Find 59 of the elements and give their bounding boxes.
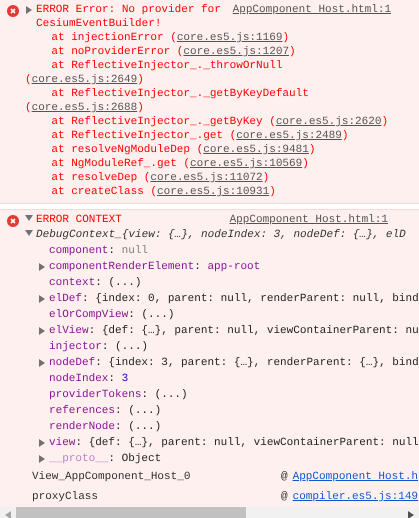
property: elDef: {index: 0, parent: null, renderParent: null, bind: [49, 292, 419, 307]
expand-triangle-icon[interactable]: [25, 6, 33, 14]
property: renderNode: (...): [49, 420, 162, 435]
file-link[interactable]: compiler.es5.js:149: [292, 487, 418, 507]
expand-triangle-icon[interactable]: [38, 327, 46, 335]
file-link[interactable]: core.es5.js:1169: [176, 32, 282, 44]
at-sign: @: [281, 490, 288, 505]
property: __proto__: Object: [49, 452, 162, 467]
file-link[interactable]: core.es5.js:2688: [32, 102, 138, 114]
property: nodeIndex: 3: [49, 372, 128, 387]
scrollbar-thumb[interactable]: [16, 507, 246, 518]
property: injector: (...): [49, 340, 148, 355]
file-link[interactable]: core.es5.js:10931: [157, 186, 270, 198]
stack-frame: at ReflectiveInjector_._throwOrNull (core.es5.js:2649): [25, 59, 392, 87]
source-link[interactable]: AppComponent Host.html:1: [232, 3, 392, 17]
stack-frame: at ReflectiveInjector_._getByKeyDefault (core.es5.js:2688): [25, 87, 392, 115]
scroll-right-icon[interactable]: [408, 510, 414, 518]
property: elView: {def: {…}, parent: null, viewContainerParent: nu: [49, 324, 419, 339]
stack-frame: at NgModuleRef_.get (core.es5.js:10569): [25, 157, 392, 171]
file-link[interactable]: core.es5.js:2489: [236, 130, 342, 142]
at-sign: @: [281, 470, 288, 485]
function-name: proxyClass: [32, 490, 100, 505]
object-name: DebugContext_: [36, 229, 122, 241]
horizontal-scrollbar[interactable]: [0, 507, 419, 518]
expand-triangle-icon[interactable]: [38, 439, 46, 447]
expand-triangle-icon[interactable]: [38, 295, 46, 303]
property: view: {def: {…}, parent: null, viewContainerParent: null: [49, 436, 419, 451]
error-icon: [7, 215, 19, 227]
expand-triangle-icon[interactable]: [38, 263, 46, 271]
stack-frame: at ReflectiveInjector_.get (core.es5.js:2489): [25, 129, 392, 143]
scroll-left-icon[interactable]: [5, 510, 11, 518]
file-link[interactable]: core.es5.js:10569: [190, 158, 302, 170]
file-link[interactable]: core.es5.js:9481: [203, 144, 309, 156]
file-link[interactable]: core.es5.js:2649: [32, 74, 138, 86]
error-text: ERROR Error: No provider for CesiumEventBuilder!: [36, 3, 222, 31]
property: componentRenderElement: app-root: [49, 260, 260, 275]
property: references: (...): [49, 404, 162, 419]
source-link[interactable]: AppComponent Host.html:1: [230, 213, 388, 227]
stack-frame: at resolveDep (core.es5.js:11072): [25, 171, 392, 185]
property: component: null: [49, 244, 148, 259]
expand-triangle-icon[interactable]: [38, 455, 46, 463]
property: nodeDef: {index: 3, parent: {…}, renderParent: {…}, bind: [49, 356, 419, 371]
function-name: View_AppComponent_Host_0: [32, 470, 192, 485]
property: providerTokens: (...): [49, 388, 188, 403]
stack-frame: at noProviderError (core.es5.js:1207): [25, 45, 392, 59]
error-icon: [7, 5, 19, 17]
file-link[interactable]: core.es5.js:1207: [183, 46, 290, 58]
error-text: ERROR CONTEXT: [36, 213, 122, 227]
stack-frame: at injectionError (core.es5.js:1169): [25, 31, 392, 45]
file-link[interactable]: core.es5.js:2620: [276, 116, 382, 128]
stack-frame: at createClass (core.es5.js:10931): [25, 185, 392, 199]
expand-triangle-icon[interactable]: [38, 359, 46, 367]
stack-frame: at resolveNgModuleDep (core.es5.js:9481): [25, 143, 392, 157]
property: context: (...): [49, 276, 142, 291]
file-link[interactable]: AppComponent Host.h: [292, 467, 418, 487]
property: elOrCompView: (...): [49, 308, 174, 323]
stack-frame: at ReflectiveInjector_._getByKey (core.es5.js:2620): [25, 115, 392, 129]
object-preview: {view: {…}, nodeIndex: 3, nodeDef: {…}, elD: [122, 229, 406, 241]
file-link[interactable]: core.es5.js:11072: [150, 172, 263, 184]
